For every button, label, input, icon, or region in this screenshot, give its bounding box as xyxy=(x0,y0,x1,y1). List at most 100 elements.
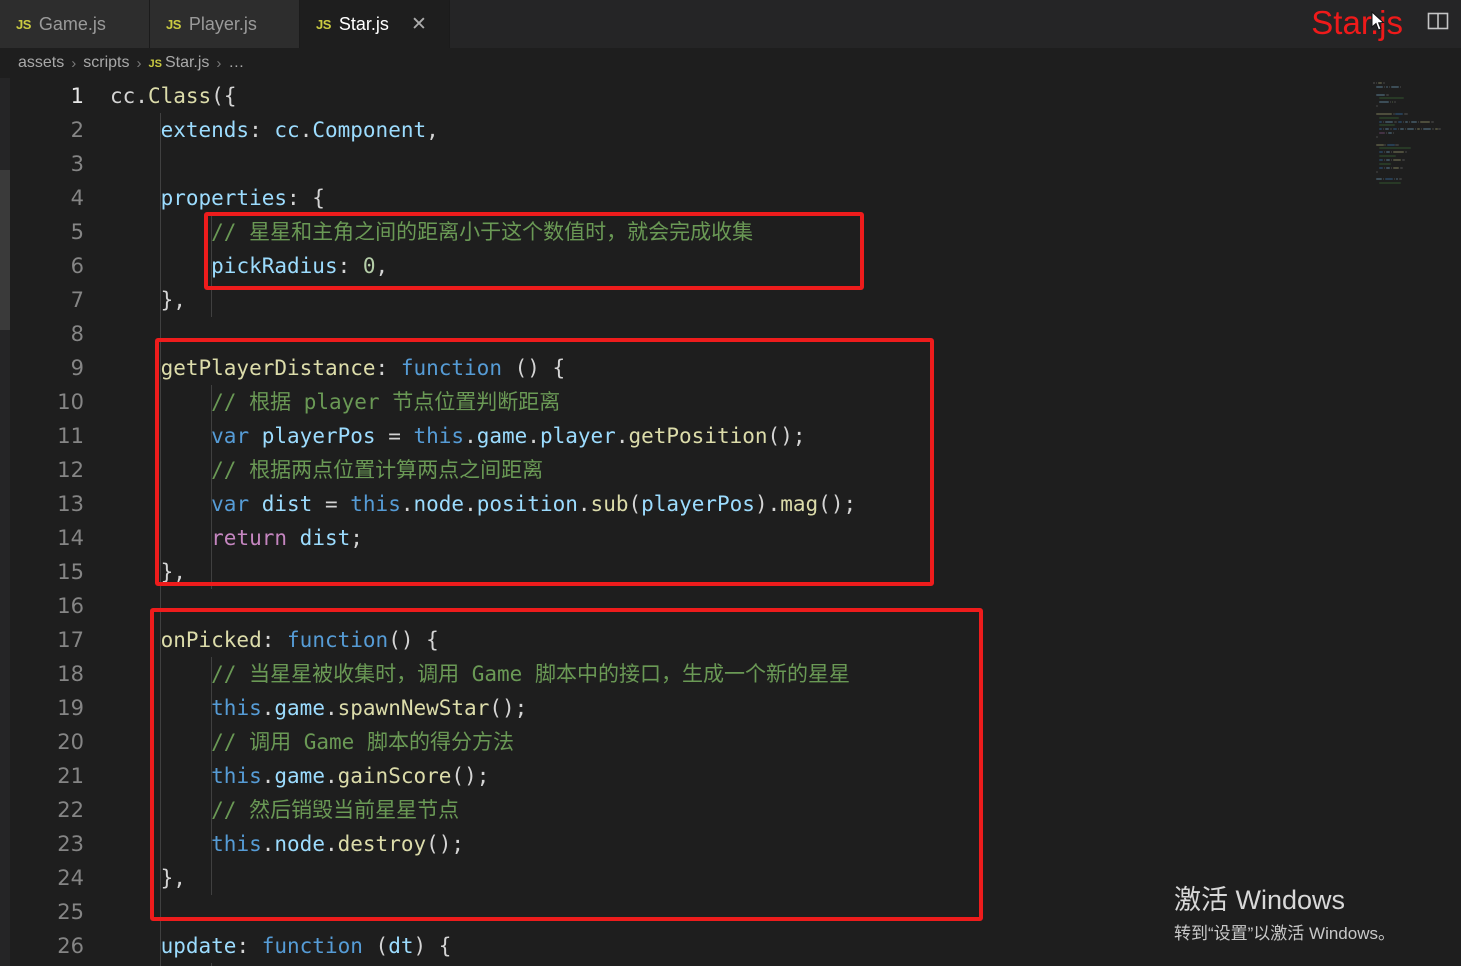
minimap-line-segment xyxy=(1392,159,1402,161)
code-token: extends xyxy=(160,118,250,142)
minimap-line-segment xyxy=(1377,82,1383,84)
tab-player-js[interactable]: JS Player.js xyxy=(150,0,300,48)
code-token: . xyxy=(527,424,540,448)
code-token: var xyxy=(211,492,250,516)
minimap-line-segment xyxy=(1390,159,1392,161)
code-line[interactable]: this.game.gainScore(); xyxy=(110,759,489,793)
minimap-line-segment xyxy=(1392,151,1404,154)
code-line[interactable]: // 根据两点位置计算两点之间距离 xyxy=(110,453,543,487)
code-token: dist xyxy=(299,526,351,550)
minimap-line-segment xyxy=(1383,120,1385,123)
tab-star-js[interactable]: JS Star.js ✕ xyxy=(300,0,450,48)
line-number: 19 xyxy=(57,696,84,720)
line-number: 18 xyxy=(57,662,84,686)
code-editor[interactable]: 1 2 3 4 5 6 7 8 9 10 11 12 13 14 15 16 17 18 19 20 21 22 23 24 2… xyxy=(10,78,1461,966)
code-token: dt xyxy=(388,934,414,958)
code-line[interactable]: extends: cc.Component, xyxy=(110,113,439,147)
minimap-line-segment xyxy=(1434,128,1438,131)
line-number: 21 xyxy=(57,764,84,788)
code-token: node xyxy=(413,492,465,516)
minimap-line-segment xyxy=(1391,85,1400,88)
minimap-line-segment xyxy=(1395,112,1403,115)
code-minimap[interactable] xyxy=(1369,78,1461,188)
breadcrumb-item-more[interactable]: … xyxy=(228,54,244,72)
minimap-line-segment xyxy=(1395,143,1400,146)
line-number: 17 xyxy=(57,628,84,652)
code-line[interactable]: }, xyxy=(110,283,186,317)
minimap-line-segment xyxy=(1379,159,1384,161)
code-token: this xyxy=(211,832,262,856)
line-number: 7 xyxy=(70,288,84,312)
minimap-line-segment xyxy=(1385,178,1393,181)
minimap-line-segment xyxy=(1385,128,1389,131)
line-number: 25 xyxy=(57,900,84,924)
minimap-line-segment xyxy=(1394,120,1398,123)
line-number-gutter: 1 2 3 4 5 6 7 8 9 10 11 12 13 14 15 16 17 18 19 20 21 22 23 24 2… xyxy=(10,78,98,966)
minimap-line-segment xyxy=(1399,178,1402,181)
split-editor-right-icon[interactable] xyxy=(1427,11,1449,31)
tab-game-js[interactable]: JS Game.js xyxy=(0,0,150,48)
code-line[interactable]: var playerPos = this.game.player.getPosi… xyxy=(110,419,805,453)
code-token: return xyxy=(211,526,288,550)
line-number: 2 xyxy=(70,118,84,142)
code-line[interactable]: }, xyxy=(110,861,186,895)
code-token: . xyxy=(615,424,629,448)
code-token: : xyxy=(249,118,275,142)
code-token: gainScore xyxy=(337,764,452,788)
code-token: . xyxy=(324,696,338,720)
close-icon[interactable]: ✕ xyxy=(411,15,427,34)
editor-tab-bar: JS Game.js JS Player.js JS Star.js ✕ xyxy=(0,0,1461,48)
minimap-line-segment xyxy=(1400,85,1402,88)
code-token: () { xyxy=(388,628,439,652)
minimap-line-segment xyxy=(1386,85,1389,88)
line-number: 22 xyxy=(57,798,84,822)
left-scrollbar-thumb[interactable] xyxy=(0,170,10,330)
code-line[interactable]: onPicked: function() { xyxy=(110,623,439,657)
tab-bar-empty-space xyxy=(450,0,1461,48)
vscode-editor-window: JS Game.js JS Player.js JS Star.js ✕ Sta… xyxy=(0,0,1461,966)
minimap-line-segment xyxy=(1383,159,1386,161)
breadcrumb-item-star-js[interactable]: JS Star.js xyxy=(148,54,209,72)
code-line[interactable]: properties: { xyxy=(110,181,325,215)
code-line[interactable]: cc.Class({ xyxy=(110,79,236,113)
code-token: // 调用 Game 脚本的得分方法 xyxy=(211,730,514,754)
code-token: playerPos xyxy=(261,424,376,448)
line-number: 1 xyxy=(70,84,84,108)
breadcrumb-item-assets[interactable]: assets xyxy=(18,54,64,72)
code-line[interactable]: getPlayerDistance: function () { xyxy=(110,351,566,385)
code-line[interactable]: var dist = this.node.position.sub(player… xyxy=(110,487,856,521)
code-token: : xyxy=(375,356,401,380)
code-token: this xyxy=(211,696,262,720)
tab-label: Player.js xyxy=(188,13,257,34)
code-line[interactable]: // 当星星被收集时，调用 Game 脚本中的接口，生成一个新的星星 xyxy=(110,657,850,691)
code-line[interactable]: // 然后销毁当前星星节点 xyxy=(110,793,459,827)
minimap-line-segment xyxy=(1379,162,1392,165)
minimap-line-segment xyxy=(1376,112,1392,115)
code-line[interactable]: // 调用 Game 脚本的得分方法 xyxy=(110,725,514,759)
minimap-line-segment xyxy=(1409,120,1411,123)
chevron-right-icon: › xyxy=(136,54,142,72)
minimap-line-segment xyxy=(1379,124,1396,127)
code-line[interactable]: return dist; xyxy=(110,521,363,555)
code-token: game xyxy=(274,764,325,788)
line-number: 14 xyxy=(57,526,84,550)
code-line[interactable]: // 星星和主角之间的距离小于这个数值时，就会完成收集 xyxy=(110,215,753,249)
code-line[interactable]: pickRadius: 0, xyxy=(110,249,388,283)
code-line[interactable]: this.game.spawnNewStar(); xyxy=(110,691,527,725)
minimap-line-segment xyxy=(1379,97,1405,100)
minimap-line-segment xyxy=(1379,155,1396,158)
code-line[interactable]: this.node.destroy(); xyxy=(110,827,464,861)
code-line[interactable]: // 根据 player 节点位置判断距离 xyxy=(110,385,560,419)
breadcrumb-item-scripts[interactable]: scripts xyxy=(83,54,129,72)
minimap-line-segment xyxy=(1387,143,1395,146)
code-line[interactable]: }, xyxy=(110,555,186,589)
code-token: . xyxy=(299,118,313,142)
line-number: 4 xyxy=(70,186,84,210)
minimap-line-segment xyxy=(1385,132,1387,135)
code-token: function xyxy=(400,356,502,380)
line-number: 11 xyxy=(57,424,84,448)
code-content[interactable]: cc.Class({ extends: cc.Component, proper… xyxy=(98,78,1461,966)
indent-guide xyxy=(210,215,212,317)
code-token: getPosition xyxy=(628,424,768,448)
